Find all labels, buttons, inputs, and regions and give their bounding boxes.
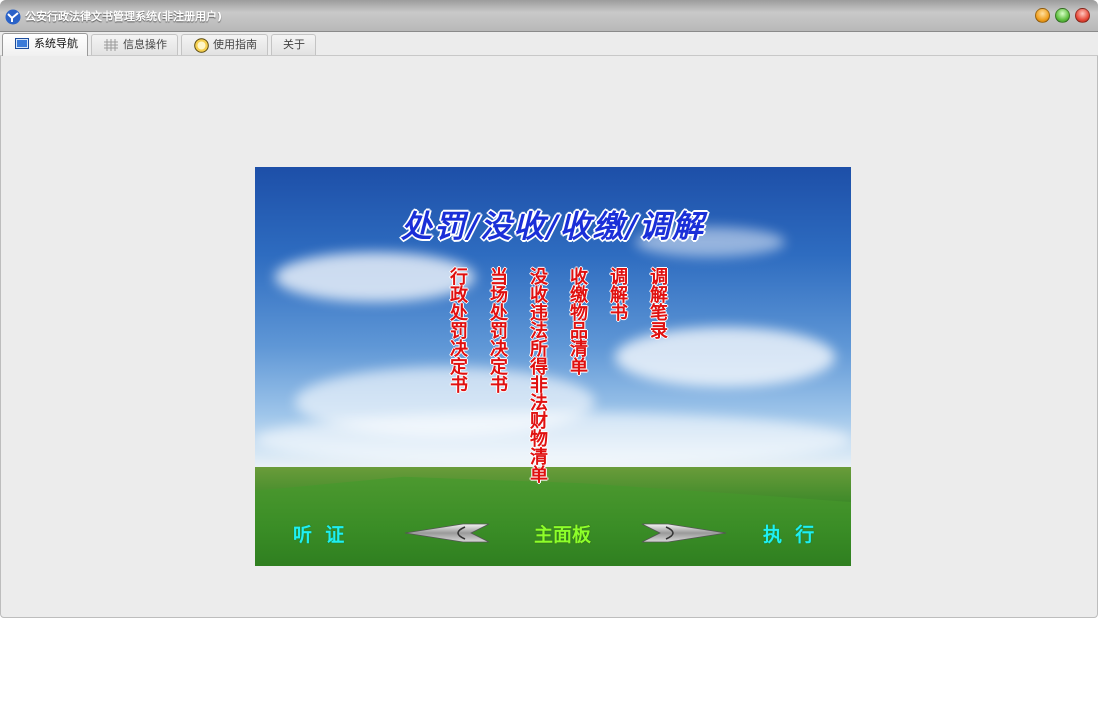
main-panel-button[interactable]: 主面板 (534, 520, 591, 547)
hearing-nav-button[interactable]: 听 证 (293, 520, 344, 547)
tab-label: 使用指南 (213, 38, 257, 51)
window-title: 公安行政法律文书管理系统(非注册用户) (25, 10, 223, 23)
tab-label: 信息操作 (123, 38, 167, 51)
tab-label: 关于 (283, 38, 305, 51)
doc-link-mediation-record[interactable]: 调解笔录 (646, 267, 668, 339)
right-arrow-icon[interactable] (640, 522, 728, 544)
tab-label: 系统导航 (34, 37, 78, 50)
doc-link-admin-penalty-decision[interactable]: 行政处罚决定书 (446, 267, 468, 393)
tab-bar: 系统导航 信息操作 使用指南 关于 (0, 32, 1098, 56)
app-logo-icon (5, 9, 21, 25)
help-globe-icon (194, 38, 209, 53)
cloud (255, 412, 851, 467)
navigation-panel: 处罚/没收/收缴/调解 行政处罚决定书 当场处罚决定书 没收违法所得非法财物清单… (255, 167, 851, 566)
tab-about[interactable]: 关于 (271, 34, 316, 55)
left-arrow-icon[interactable] (403, 522, 491, 544)
close-button[interactable] (1075, 8, 1090, 23)
doc-link-onsite-penalty-decision[interactable]: 当场处罚决定书 (486, 267, 508, 393)
panel-heading: 处罚/没收/收缴/调解 (401, 209, 705, 245)
title-bar[interactable]: 公安行政法律文书管理系统(非注册用户) (0, 0, 1098, 32)
tab-system-navigation[interactable]: 系统导航 (2, 33, 88, 56)
execution-nav-button[interactable]: 执 行 (763, 520, 814, 547)
app-window: 公安行政法律文书管理系统(非注册用户) 系统导航 信息操作 使用指南 关于 处罚… (0, 0, 1098, 618)
maximize-button[interactable] (1055, 8, 1070, 23)
doc-link-seized-items-list[interactable]: 收缴物品清单 (566, 267, 588, 375)
tab-user-guide[interactable]: 使用指南 (181, 34, 268, 55)
tab-info-operations[interactable]: 信息操作 (91, 34, 178, 55)
grid-icon (104, 39, 118, 51)
doc-link-mediation-document[interactable]: 调解书 (606, 267, 628, 321)
monitor-icon (15, 38, 29, 49)
doc-link-confiscation-list[interactable]: 没收违法所得非法财物清单 (526, 267, 548, 483)
minimize-button[interactable] (1035, 8, 1050, 23)
